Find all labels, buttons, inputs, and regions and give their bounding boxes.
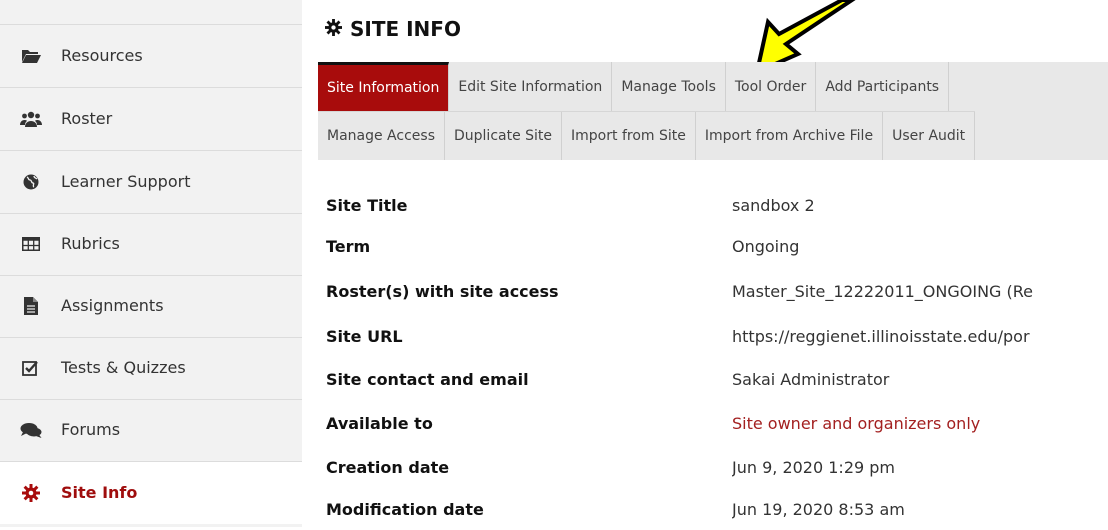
tab-row-secondary: Manage Access Duplicate Site Import from… [318,111,976,160]
info-row-creation-date: Creation date Jun 9, 2020 1:29 pm [326,458,1108,488]
info-row-term: Term Ongoing [326,237,1108,267]
tab-import-from-site[interactable]: Import from Site [562,112,696,160]
info-row-site-contact: Site contact and email Sakai Administrat… [326,370,1108,400]
gear-icon [20,483,42,503]
info-label: Site URL [326,327,403,346]
users-icon [20,109,42,129]
info-value: sandbox 2 [732,196,815,215]
tab-row-primary: Site Information Edit Site Information M… [318,62,950,111]
folder-open-icon [20,46,42,66]
page-title: SITE INFO [325,17,461,41]
sidebar-item-rubrics[interactable]: Rubrics [0,213,302,276]
tab-user-audit[interactable]: User Audit [883,112,976,160]
sidebar-item-site-info[interactable]: Site Info [0,462,302,524]
page-title-text: SITE INFO [350,17,461,41]
sidebar-item-label: Assignments [61,296,164,316]
comments-icon [20,420,42,440]
site-url-link[interactable]: https://reggienet.illinoisstate.edu/por [732,327,1108,346]
tab-manage-tools[interactable]: Manage Tools [612,62,726,111]
tab-site-information[interactable]: Site Information [318,62,450,111]
info-row-rosters: Roster(s) with site access Master_Site_1… [326,282,1108,312]
gear-icon [325,17,342,41]
sidebar-item-label: Rubrics [61,234,120,254]
sidebar-item-learner-support[interactable]: Learner Support [0,151,302,214]
info-label: Term [326,237,371,256]
sidebar-item-forums[interactable]: Forums [0,399,302,462]
sidebar-item-label: Roster [61,109,113,129]
info-value: Master_Site_12222011_ONGOING (Re [732,282,1034,301]
info-row-site-url: Site URL https://reggienet.illinoisstate… [326,327,1108,357]
sidebar-item-label: Tests & Quizzes [61,358,186,378]
tab-add-participants[interactable]: Add Participants [816,62,950,111]
info-value: Jun 9, 2020 1:29 pm [732,458,895,477]
info-value: Sakai Administrator [732,370,890,389]
info-row-available-to: Available to Site owner and organizers o… [326,414,1108,444]
info-label: Site Title [326,196,408,215]
info-label: Roster(s) with site access [326,282,559,301]
table-icon [20,234,42,254]
info-row-site-title: Site Title sandbox 2 [326,196,1108,226]
check-square-icon [20,358,42,378]
tab-import-from-archive-file[interactable]: Import from Archive File [696,112,884,160]
info-row-modification-date: Modification date Jun 19, 2020 8:53 am [326,500,1108,530]
globe-icon [20,172,42,192]
tab-edit-site-information[interactable]: Edit Site Information [449,62,613,111]
info-value: Jun 19, 2020 8:53 am [732,500,905,519]
tab-duplicate-site[interactable]: Duplicate Site [445,112,563,160]
sidebar-item-label: Learner Support [61,172,191,192]
tab-tool-order[interactable]: Tool Order [726,62,817,111]
sidebar-item-roster[interactable]: Roster [0,88,302,151]
sidebar-item-resources[interactable]: Resources [0,25,302,88]
info-label: Modification date [326,500,484,519]
info-value: Ongoing [732,237,800,256]
sidebar-item-label: Forums [61,420,121,440]
info-label: Site contact and email [326,370,529,389]
left-tool-menu: Resources Roster Learner Support Rubrics… [0,0,302,527]
sidebar-item-label: Resources [61,46,143,66]
file-icon [20,296,42,316]
sidebar-item-tests-quizzes[interactable]: Tests & Quizzes [0,337,302,400]
info-label: Available to [326,414,433,433]
sidebar-item-assignments[interactable]: Assignments [0,275,302,338]
info-label: Creation date [326,458,450,477]
tab-manage-access[interactable]: Manage Access [318,112,445,160]
site-info-toolbar: Site Information Edit Site Information M… [318,62,1108,160]
sidebar-item-label: Site Info [61,483,138,503]
info-value: Site owner and organizers only [732,414,981,433]
